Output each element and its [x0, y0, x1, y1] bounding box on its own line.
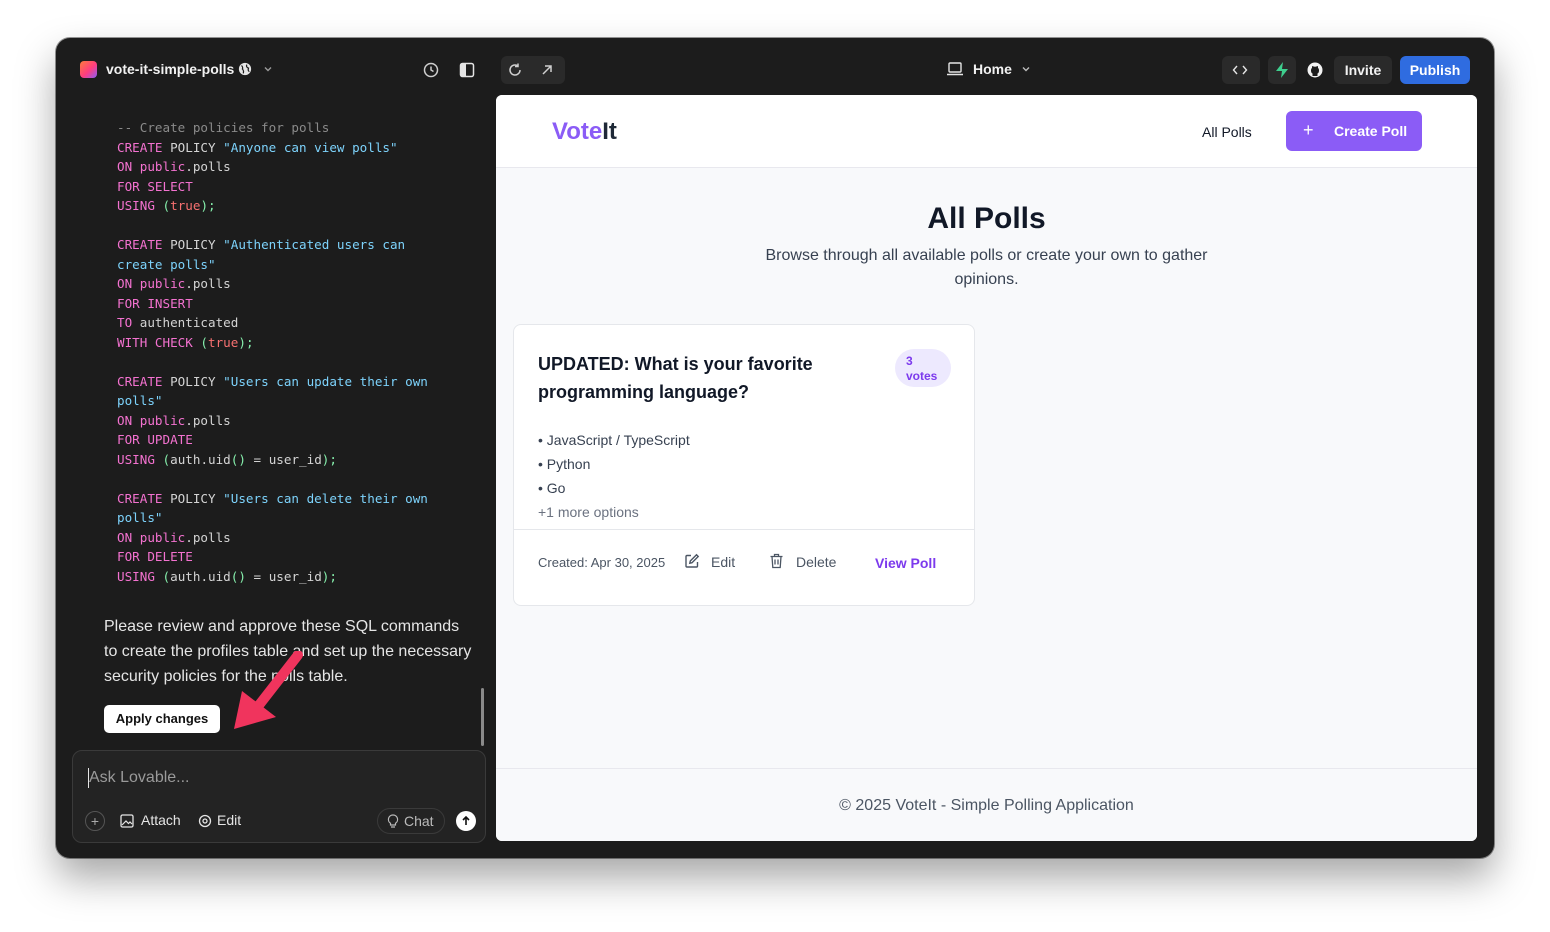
- supabase-icon: [1276, 62, 1288, 78]
- code-comment: -- Create policies for polls: [117, 120, 330, 135]
- supabase-button[interactable]: [1268, 56, 1296, 84]
- votes-badge: 3 votes: [895, 349, 951, 387]
- chat-input[interactable]: Ask Lovable...: [89, 769, 190, 787]
- edit-icon: [685, 553, 700, 568]
- page-selector-label: Home: [973, 61, 1012, 77]
- chevron-down-icon[interactable]: [263, 64, 273, 74]
- votes-label: votes: [906, 369, 938, 383]
- edit-poll-label: Edit: [711, 554, 736, 570]
- create-poll-label: Create Poll: [1334, 123, 1408, 139]
- project-name[interactable]: vote-it-simple-polls: [106, 61, 234, 77]
- code-button[interactable]: [1222, 56, 1260, 84]
- brand-part-1: Vote: [552, 118, 603, 145]
- plus-icon: +: [1303, 120, 1314, 140]
- more-options: +1 more options: [538, 504, 639, 520]
- footer-text: © 2025 VoteIt - Simple Polling Applicati…: [839, 797, 1134, 814]
- sidebar-toggle-icon[interactable]: [458, 61, 476, 79]
- poll-question[interactable]: UPDATED: What is your favorite programmi…: [538, 350, 878, 406]
- chat-scrollbar[interactable]: [481, 688, 484, 746]
- poll-option: • Go: [538, 480, 566, 496]
- created-date: Created: Apr 30, 2025: [538, 555, 666, 570]
- page-title: All Polls: [927, 202, 1046, 235]
- view-poll-link[interactable]: View Poll: [875, 555, 936, 571]
- plus-button[interactable]: +: [85, 811, 105, 831]
- globe-icon[interactable]: [238, 62, 252, 76]
- trash-icon: [770, 553, 783, 569]
- poll-option: • JavaScript / TypeScript: [538, 432, 690, 448]
- brand-part-2: It: [602, 118, 617, 145]
- votes-count: 3: [906, 354, 913, 368]
- poll-option: • Python: [538, 456, 591, 472]
- top-bar: vote-it-simple-polls Home Invite Publish: [56, 38, 1494, 96]
- edit-label: Edit: [217, 812, 242, 828]
- chat-mode-button[interactable]: Chat: [377, 808, 445, 834]
- history-icon[interactable]: [422, 61, 440, 79]
- chat-mode-label: Chat: [404, 813, 434, 829]
- lightbulb-icon: [387, 814, 399, 828]
- chat-panel: -- Create policies for polls CREATE POLI…: [56, 96, 494, 858]
- image-icon: [120, 814, 134, 828]
- code-icon: [1232, 65, 1248, 75]
- send-button[interactable]: [456, 811, 476, 831]
- laptop-icon: [947, 62, 963, 76]
- invite-button[interactable]: Invite: [1334, 56, 1392, 84]
- preview-header: VoteIt All Polls + Create Poll: [496, 95, 1477, 168]
- lovable-logo[interactable]: [80, 61, 97, 78]
- poll-card: UPDATED: What is your favorite programmi…: [513, 324, 975, 606]
- chat-input-box[interactable]: Ask Lovable... + Attach Edit Chat: [72, 750, 486, 843]
- plus-icon: +: [90, 813, 100, 829]
- voteit-logo[interactable]: VoteIt: [552, 118, 617, 146]
- preview-footer: © 2025 VoteIt - Simple Polling Applicati…: [496, 768, 1477, 841]
- external-link-icon[interactable]: [538, 61, 556, 79]
- refresh-icon[interactable]: [506, 61, 524, 79]
- delete-poll-label: Delete: [796, 554, 837, 570]
- sql-code-block: -- Create policies for polls CREATE POLI…: [117, 120, 428, 584]
- apply-changes-button[interactable]: Apply changes: [104, 705, 220, 733]
- create-poll-button[interactable]: + Create Poll: [1286, 111, 1422, 151]
- publish-button[interactable]: Publish: [1400, 56, 1470, 84]
- chevron-down-icon: [1022, 67, 1030, 72]
- app-window: vote-it-simple-polls Home Invite Publish…: [56, 38, 1494, 858]
- page-subtitle: Browse through all available polls or cr…: [765, 247, 1208, 288]
- card-divider: [514, 529, 974, 530]
- nav-all-polls[interactable]: All Polls: [1202, 124, 1252, 140]
- attach-label: Attach: [141, 812, 181, 828]
- github-icon[interactable]: [1306, 61, 1324, 79]
- app-preview: VoteIt All Polls + Create Poll All Polls…: [496, 95, 1477, 841]
- annotation-arrow-icon: [234, 651, 303, 729]
- arrow-up-icon: [462, 815, 470, 825]
- target-icon: [198, 814, 212, 828]
